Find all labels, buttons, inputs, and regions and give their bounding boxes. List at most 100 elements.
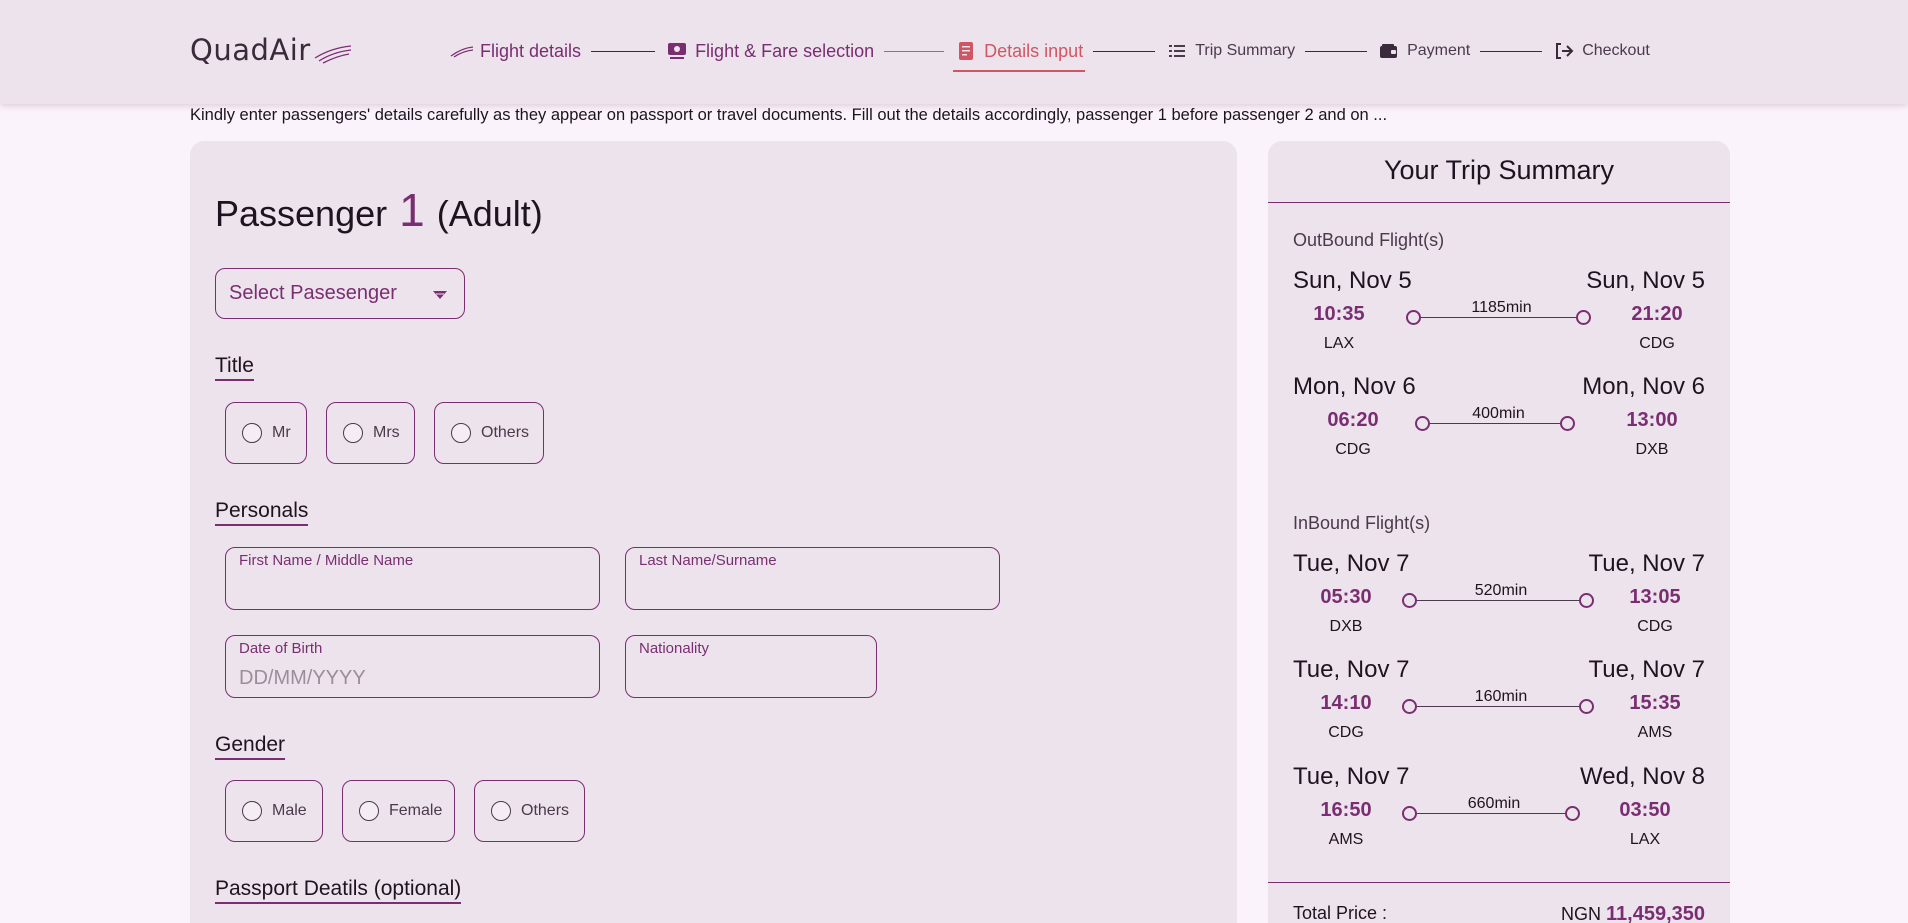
last-name-field[interactable]: Last Name/Surname (625, 547, 1000, 610)
radio-icon (359, 801, 379, 821)
arrival-date: Tue, Nov 7 (1588, 656, 1706, 683)
flight-duration: 160min (1474, 688, 1528, 705)
step-connector (591, 50, 656, 52)
field-label: First Name / Middle Name (239, 552, 414, 569)
flight-duration: 400min (1472, 405, 1525, 422)
arrival-date: Tue, Nov 7 (1588, 550, 1706, 577)
step-connector (1305, 50, 1368, 52)
arrival-time: 15:35 (1629, 692, 1681, 714)
field-label: Nationality (639, 640, 710, 657)
departure-time: 14:10 (1320, 692, 1372, 714)
document-icon (954, 40, 978, 62)
arrival-airport: CDG (1637, 618, 1673, 635)
total-price-value: NGN 11,459,350 (1561, 903, 1705, 923)
arrival-airport: DXB (1635, 441, 1669, 458)
departure-date: Tue, Nov 7 (1293, 656, 1410, 683)
gender-option-male[interactable]: Male (225, 780, 323, 842)
outbound-label: OutBound Flight(s) (1293, 230, 1445, 250)
departure-date: Tue, Nov 7 (1293, 763, 1410, 790)
trip-summary-title: Your Trip Summary (1383, 155, 1615, 185)
arrival-date: Mon, Nov 6 (1582, 373, 1705, 400)
field-label: Date of Birth (239, 640, 323, 657)
date-of-birth-input[interactable] (239, 664, 586, 692)
departure-airport: CDG (1328, 724, 1364, 741)
departure-time: 10:35 (1313, 303, 1365, 325)
route-start-icon (1402, 593, 1417, 608)
arrival-time: 03:50 (1619, 799, 1671, 821)
passenger-form-card: Passenger 1 (Adult) Select Pasesenger Ti… (190, 141, 1237, 923)
step-flight-fare-selection[interactable]: Flight & Fare selection (665, 40, 874, 62)
route-start-icon (1415, 416, 1430, 431)
departure-time: 05:30 (1320, 586, 1372, 608)
route-line (1417, 813, 1571, 814)
option-label: Others (521, 802, 570, 819)
title-section-heading: Title (215, 354, 254, 381)
route-line (1430, 423, 1567, 424)
flight-segment: Mon, Nov 6 Mon, Nov 6 06:20 13:00 CDG DX… (1293, 373, 1705, 473)
passenger-number: 1 (399, 184, 425, 236)
passenger-type: (Adult) (436, 193, 543, 234)
ticket-icon (665, 40, 689, 62)
departure-airport: CDG (1335, 441, 1371, 458)
route-start-icon (1406, 310, 1421, 325)
arrival-time: 13:05 (1629, 586, 1681, 608)
date-of-birth-field[interactable]: Date of Birth (225, 635, 600, 698)
quadair-logo[interactable]: Quad Air (190, 30, 353, 70)
gender-option-others[interactable]: Others (474, 780, 585, 842)
inbound-label: InBound Flight(s) (1293, 513, 1431, 533)
field-label: Last Name/Surname (639, 552, 777, 569)
departure-date: Sun, Nov 5 (1293, 267, 1412, 294)
option-label: Mr (272, 424, 291, 441)
title-option-others[interactable]: Others (434, 402, 544, 464)
divider (1268, 202, 1730, 203)
total-amount: 11,459,350 (1606, 903, 1705, 923)
list-icon (1165, 40, 1189, 62)
nationality-input[interactable] (639, 664, 863, 692)
logo-text-air: Air (269, 33, 311, 67)
title-option-mr[interactable]: Mr (225, 402, 307, 464)
option-label: Others (481, 424, 530, 441)
currency-code: NGN (1560, 904, 1601, 923)
logo-swoosh-icon (314, 45, 351, 64)
departure-airport: DXB (1329, 618, 1363, 635)
gender-option-female[interactable]: Female (342, 780, 455, 842)
flight-duration: 660min (1467, 795, 1521, 812)
route-line (1421, 317, 1582, 318)
departure-airport: AMS (1328, 831, 1364, 848)
step-label: Trip Summary (1195, 42, 1296, 59)
arrival-date: Wed, Nov 8 (1580, 763, 1705, 790)
wallet-icon (1377, 40, 1401, 62)
top-header: Quad Air Flight details Flight & Fare sel… (0, 0, 1908, 104)
title-option-mrs[interactable]: Mrs (326, 402, 415, 464)
route-start-icon (1402, 699, 1417, 714)
step-flight-details[interactable]: Flight details (450, 40, 581, 62)
select-passenger-dropdown[interactable]: Select Pasesenger (215, 268, 465, 319)
last-name-input[interactable] (639, 576, 986, 604)
total-price-label: Total Price : (1293, 903, 1388, 923)
checkout-icon (1552, 40, 1576, 62)
radio-icon (491, 801, 511, 821)
option-label: Female (389, 802, 443, 819)
first-name-field[interactable]: First Name / Middle Name (225, 547, 600, 610)
instructions-text: Kindly enter passengers' details careful… (190, 106, 1388, 124)
departure-airport: LAX (1323, 335, 1355, 352)
passenger-heading: Passenger 1 (Adult) (215, 183, 543, 237)
step-trip-summary[interactable]: Trip Summary (1165, 40, 1295, 62)
step-label: Payment (1407, 42, 1471, 59)
route-line (1417, 706, 1585, 707)
booking-stepper: Flight details Flight & Fare selection D… (450, 36, 1650, 72)
flight-duration: 520min (1474, 582, 1528, 599)
step-details-input[interactable]: Details input (953, 40, 1086, 72)
gender-section-heading: Gender (215, 733, 286, 760)
step-checkout[interactable]: Checkout (1552, 40, 1650, 62)
nationality-field[interactable]: Nationality (625, 635, 877, 698)
departure-date: Tue, Nov 7 (1293, 550, 1410, 577)
first-name-input[interactable] (239, 576, 586, 604)
step-label: Flight & Fare selection (695, 40, 875, 61)
step-connector (1480, 50, 1543, 52)
radio-icon (451, 423, 471, 443)
flight-segment: Tue, Nov 7 Tue, Nov 7 05:30 13:05 DXB CD… (1293, 550, 1705, 650)
divider (1268, 882, 1730, 883)
passenger-title-prefix: Passenger (215, 193, 388, 234)
step-payment[interactable]: Payment (1377, 40, 1470, 62)
